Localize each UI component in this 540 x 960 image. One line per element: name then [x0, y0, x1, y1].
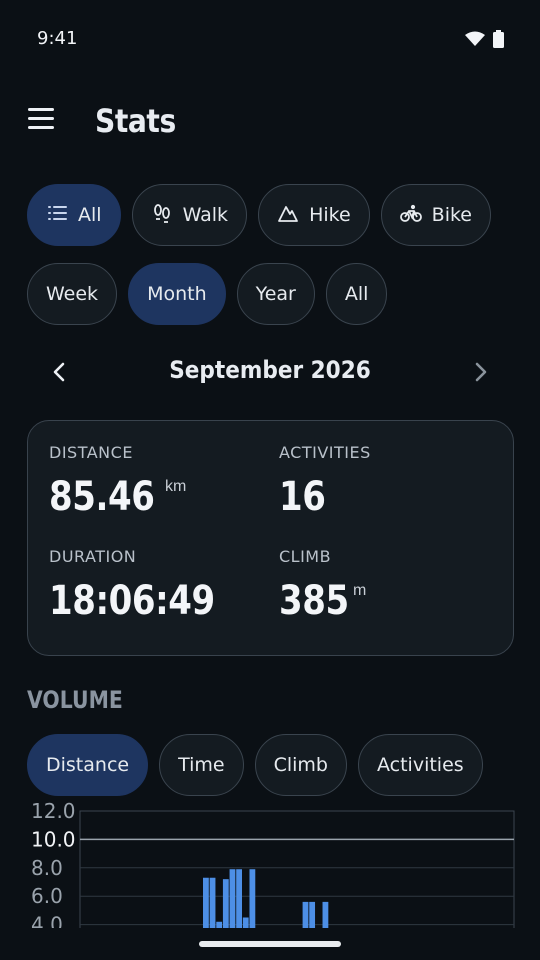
- chart-bar: [216, 921, 223, 928]
- chip-label: All: [78, 204, 102, 226]
- period-chip-week[interactable]: Week: [27, 263, 118, 325]
- status-bar: 9:41: [0, 0, 540, 76]
- y-tick-label: 4.0: [31, 913, 63, 928]
- chip-label: Distance: [46, 754, 130, 776]
- chart-frame: [79, 810, 515, 928]
- period-filter-row: Week Month Year All: [27, 263, 388, 325]
- chip-label: All: [344, 283, 369, 305]
- distance-value: 85.46: [49, 474, 155, 520]
- period-label: September 2026: [169, 356, 371, 384]
- distance-unit: km: [165, 478, 187, 495]
- page-title: Stats: [95, 102, 176, 140]
- metric-label: DISTANCE: [49, 443, 133, 462]
- y-tick-label: 8.0: [31, 856, 63, 880]
- chip-label: Month: [147, 283, 207, 305]
- metric-label: DURATION: [49, 547, 137, 566]
- chart-bar: [302, 901, 309, 928]
- chart-bar: [309, 901, 316, 928]
- chip-label: Bike: [431, 204, 472, 226]
- metric-label: CLIMB: [279, 547, 332, 566]
- period-navigator: September 2026: [0, 340, 540, 404]
- metric-climb: CLIMB 385 m: [279, 547, 366, 624]
- chart-bar: [249, 869, 256, 928]
- metric-label: ACTIVITIES: [279, 443, 371, 462]
- status-time: 9:41: [37, 28, 78, 49]
- period-chip-month[interactable]: Month: [128, 263, 226, 325]
- chip-label: Time: [178, 754, 225, 776]
- gesture-bar[interactable]: [199, 941, 341, 947]
- mountain-icon: [277, 202, 299, 229]
- summary-card: DISTANCE 85.46 km ACTIVITIES 16 DURATION…: [27, 420, 514, 656]
- filter-chip-walk[interactable]: Walk: [131, 184, 248, 246]
- period-chip-year[interactable]: Year: [236, 263, 315, 325]
- metric-distance: DISTANCE 85.46 km: [49, 443, 186, 520]
- filter-chip-hike[interactable]: Hike: [258, 184, 370, 246]
- climb-value: 385: [279, 578, 349, 624]
- y-tick-label: 6.0: [31, 884, 63, 908]
- climb-unit: m: [353, 582, 367, 599]
- activities-value: 16: [279, 474, 326, 520]
- chart-bar: [222, 879, 229, 928]
- chevron-right-icon[interactable]: [464, 356, 496, 388]
- y-tick-label: 10.0: [31, 827, 76, 851]
- filter-chip-all[interactable]: All: [27, 184, 121, 246]
- chip-label: Walk: [182, 204, 229, 226]
- bike-icon: [399, 202, 422, 229]
- wifi-icon: [465, 31, 485, 52]
- chart-bar: [229, 869, 236, 928]
- section-title-volume: VOLUME: [27, 686, 123, 714]
- volume-metric-tabs: Distance Time Climb Activities: [27, 734, 483, 796]
- chip-label: Activities: [377, 754, 464, 776]
- tab-climb[interactable]: Climb: [254, 734, 347, 796]
- battery-icon: [493, 30, 504, 53]
- footprints-icon: [151, 202, 173, 229]
- chip-label: Year: [255, 283, 296, 305]
- metric-activities: ACTIVITIES 16: [279, 443, 371, 520]
- chip-label: Climb: [273, 754, 328, 776]
- menu-icon[interactable]: [28, 108, 56, 134]
- volume-chart-svg: 12.0 10.0 8.0 6.0 4.0: [31, 799, 515, 928]
- chart-bar: [236, 869, 242, 928]
- tab-distance[interactable]: Distance: [27, 734, 149, 796]
- app-bar: Stats: [0, 90, 540, 154]
- y-tick-label: 12.0: [31, 799, 76, 823]
- chart-bar: [203, 877, 209, 928]
- filter-chip-bike[interactable]: Bike: [380, 184, 491, 246]
- metric-duration: DURATION 18:06:49: [49, 547, 244, 624]
- duration-value: 18:06:49: [49, 578, 215, 624]
- tab-activities[interactable]: Activities: [358, 734, 483, 796]
- period-chip-all[interactable]: All: [325, 263, 388, 325]
- chart-bar: [209, 877, 216, 928]
- volume-chart: 12.0 10.0 8.0 6.0 4.0: [0, 798, 540, 928]
- chip-label: Hike: [309, 204, 351, 226]
- chip-label: Week: [46, 283, 99, 305]
- activity-filter-row: All Walk Hike Bike: [27, 184, 491, 246]
- chart-bar: [242, 917, 249, 928]
- tab-time[interactable]: Time: [159, 734, 244, 796]
- chart-bar: [322, 901, 329, 928]
- list-icon: [46, 202, 68, 229]
